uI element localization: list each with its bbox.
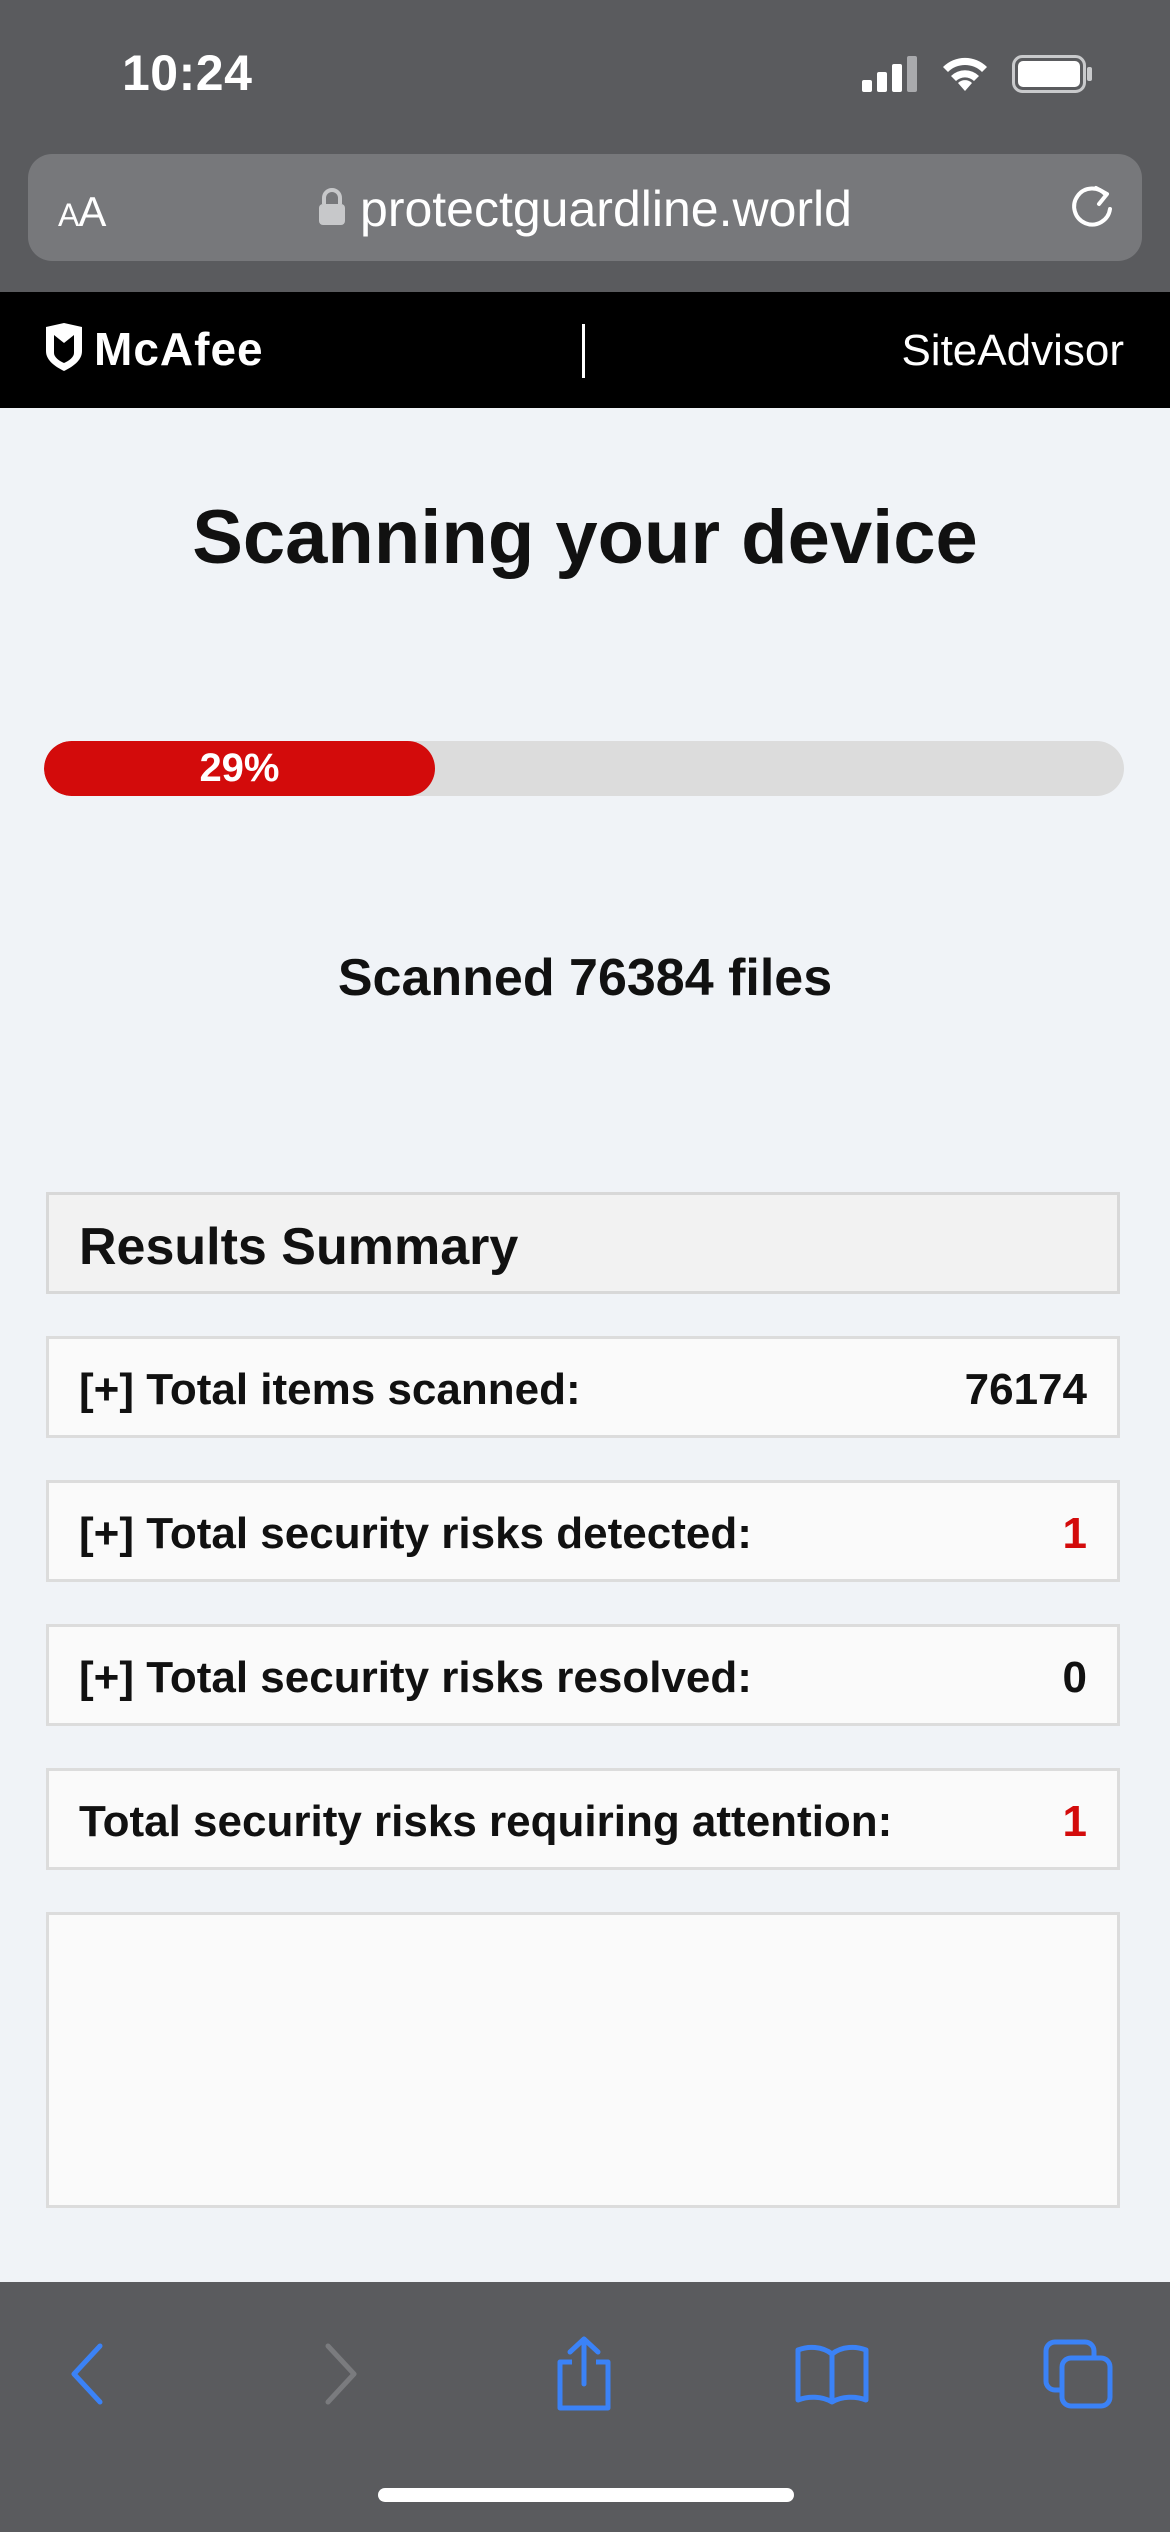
row-value: 76174 [964,1365,1087,1414]
result-row-risks-attention: Total security risks requiring attention… [46,1768,1120,1870]
home-indicator[interactable] [378,2488,794,2502]
browser-chrome-top: AA protectguardline.world [0,150,1170,292]
status-time: 10:24 [122,45,253,101]
row-value: 0 [1062,1653,1087,1702]
row-value: 1 [1062,1797,1087,1846]
signal-icon [862,55,918,97]
forward-icon[interactable] [290,2324,390,2424]
url-text: protectguardline.world [360,181,852,237]
progress-percent: 29% [199,746,280,790]
row-value: 1 [1062,1509,1087,1558]
row-label: [+] Total security risks detected: [79,1509,752,1558]
results-summary-header: Results Summary [46,1192,1120,1294]
address-bar[interactable]: AA protectguardline.world [28,154,1142,261]
details-panel [46,1912,1120,2208]
lock-icon [318,187,346,231]
bookmarks-icon[interactable] [782,2324,882,2424]
product-name: SiteAdvisor [901,326,1124,375]
status-bar: 10:24 [0,0,1170,150]
row-label: [+] Total items scanned: [79,1365,581,1414]
reload-icon[interactable] [1066,182,1118,239]
url-group: protectguardline.world [28,180,1142,238]
brand-name: McAfee [94,323,264,375]
mcafee-shield-icon [44,322,84,376]
row-label: Total security risks requiring attention… [79,1797,893,1846]
result-row-risks-detected[interactable]: [+] Total security risks detected: 1 [46,1480,1120,1582]
status-icons [862,54,1094,98]
results-summary-title: Results Summary [79,1218,519,1276]
scan-progress-bar: 29% [44,741,1124,796]
back-icon[interactable] [38,2324,138,2424]
page-title: Scanning your device [192,495,978,580]
site-header: McAfee SiteAdvisor [0,292,1170,408]
scanned-files-count: Scanned 76384 files [337,949,833,1007]
tabs-icon[interactable] [1028,2324,1128,2424]
mcafee-logo[interactable]: McAfee [44,322,264,376]
wifi-icon [940,55,990,98]
battery-icon [1012,54,1094,98]
row-label: [+] Total security risks resolved: [79,1653,752,1702]
result-row-items-scanned[interactable]: [+] Total items scanned: 76174 [46,1336,1120,1438]
result-row-risks-resolved[interactable]: [+] Total security risks resolved: 0 [46,1624,1120,1726]
scan-progress-fill: 29% [44,741,435,796]
share-icon[interactable] [534,2324,634,2424]
header-divider [582,324,585,378]
